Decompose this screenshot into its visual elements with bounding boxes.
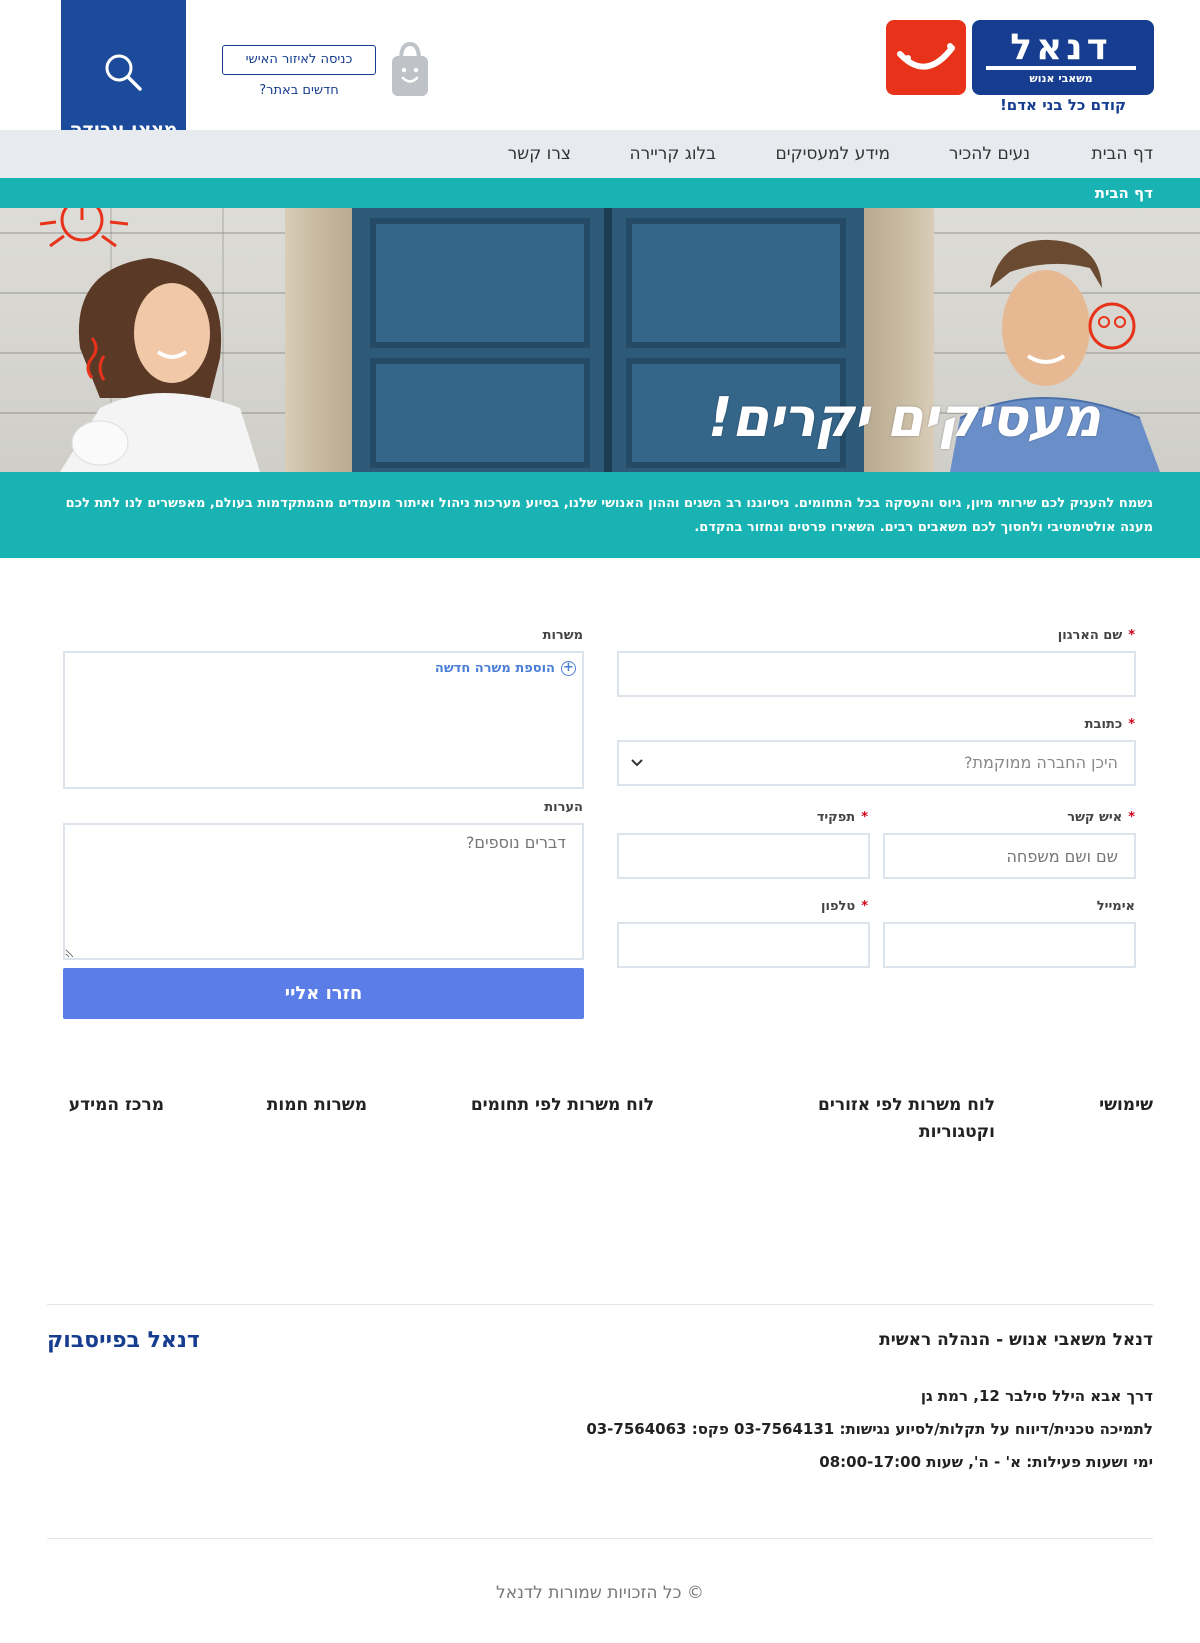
contact-hours: ימי ושעות פעילות: א' - ה', שעות 08:00-17… bbox=[819, 1453, 1153, 1471]
main-nav: דף הבית נעים להכיר מידע למעסיקים בלוג קר… bbox=[0, 130, 1200, 178]
contact-label: *איש קשר bbox=[1067, 810, 1135, 825]
contact-support: לתמיכה טכנית/דיווח על תקלות/לסיוע נגישות… bbox=[586, 1420, 1153, 1438]
footer-link-useful[interactable]: שימושי bbox=[1099, 1092, 1153, 1119]
role-input[interactable] bbox=[617, 833, 870, 879]
address-select[interactable]: היכן החברה ממוקמת? bbox=[617, 740, 1136, 786]
footer-link-hot-jobs[interactable]: משרות חמות bbox=[267, 1092, 367, 1119]
email-label: אימייל bbox=[1096, 899, 1135, 914]
hero-banner: מעסיקים יקרים! bbox=[0, 208, 1200, 472]
phone-input[interactable] bbox=[617, 922, 870, 968]
chevron-down-icon bbox=[631, 759, 643, 767]
shopping-bag-icon[interactable] bbox=[388, 40, 432, 100]
personal-area-button[interactable]: כניסה לאיזור האישי bbox=[222, 45, 376, 75]
search-icon bbox=[105, 54, 142, 91]
breadcrumb-home[interactable]: דף הבית bbox=[1095, 178, 1153, 208]
notes-label: הערות bbox=[544, 800, 583, 815]
nav-item-about[interactable]: נעים להכיר bbox=[949, 130, 1030, 178]
intro-strip: נשמח להעניק לכם שירותי מיון, גיוס והעסקה… bbox=[0, 472, 1200, 558]
positions-box: +הוספת משרה חדשה bbox=[63, 651, 584, 789]
footer-link-regions[interactable]: לוח משרות לפי אזורים וקטגוריות bbox=[795, 1092, 995, 1146]
phone-label: *טלפון bbox=[821, 899, 868, 914]
org-name-input[interactable] bbox=[617, 651, 1136, 697]
footer-link-info-center[interactable]: מרכז המידע bbox=[69, 1092, 164, 1119]
nav-item-contact[interactable]: צרו קשר bbox=[508, 130, 571, 178]
hero-title: מעסיקים יקרים! bbox=[707, 386, 1101, 449]
add-position-button[interactable]: +הוספת משרה חדשה bbox=[435, 661, 576, 676]
hero-door-frame-left bbox=[285, 208, 355, 472]
breadcrumb: דף הבית bbox=[0, 178, 1200, 208]
site-logo[interactable]: דנאל משאבי אנוש קודם כל בני אדם! bbox=[886, 20, 1154, 116]
footer-link-fields[interactable]: לוח משרות לפי תחומים bbox=[471, 1092, 654, 1119]
contact-name-input[interactable] bbox=[883, 833, 1136, 879]
smile-logo-icon bbox=[886, 20, 966, 95]
submit-button[interactable]: חזרו אליי bbox=[63, 968, 584, 1019]
email-input[interactable] bbox=[883, 922, 1136, 968]
address-placeholder: היכן החברה ממוקמת? bbox=[964, 753, 1118, 772]
org-name-label: *שם הארגון bbox=[1057, 628, 1135, 643]
nav-item-blog[interactable]: בלוג קריירה bbox=[630, 130, 717, 178]
intro-text: נשמח להעניק לכם שירותי מיון, גיוס והעסקה… bbox=[65, 496, 1153, 535]
address-label: *כתובת bbox=[1084, 717, 1135, 732]
facebook-link[interactable]: דנאל בפייסבוק bbox=[47, 1328, 200, 1353]
logo-subtitle: משאבי אנוש bbox=[1029, 72, 1093, 85]
plus-circle-icon: + bbox=[561, 661, 576, 676]
nav-item-home[interactable]: דף הבית bbox=[1092, 130, 1153, 178]
logo-name: דנאל bbox=[1010, 27, 1112, 68]
logo-slogan: קודם כל בני אדם! bbox=[999, 96, 1127, 114]
site-header: דנאל משאבי אנוש קודם כל בני אדם! כניסה ל… bbox=[0, 0, 1200, 178]
contact-address: דרך אבא הילל סילבר 12, רמת גן bbox=[920, 1387, 1153, 1405]
hero-woman-image bbox=[60, 258, 260, 472]
copyright: © כל הזכויות שמורות לדנאל bbox=[496, 1583, 704, 1603]
positions-label: משרות bbox=[542, 628, 583, 643]
footer-divider-bottom bbox=[47, 1538, 1153, 1539]
footer-divider-top bbox=[47, 1304, 1153, 1305]
logo-underline bbox=[986, 66, 1136, 70]
role-label: *תפקיד bbox=[816, 810, 868, 825]
logo-wordmark: דנאל משאבי אנוש bbox=[972, 20, 1154, 95]
new-users-link[interactable]: חדשים באתר? bbox=[222, 83, 376, 98]
notes-textarea[interactable] bbox=[63, 823, 584, 960]
contact-title: דנאל משאבי אנוש - הנהלה ראשית bbox=[879, 1330, 1153, 1350]
nav-item-employers[interactable]: מידע למעסיקים bbox=[775, 130, 890, 178]
